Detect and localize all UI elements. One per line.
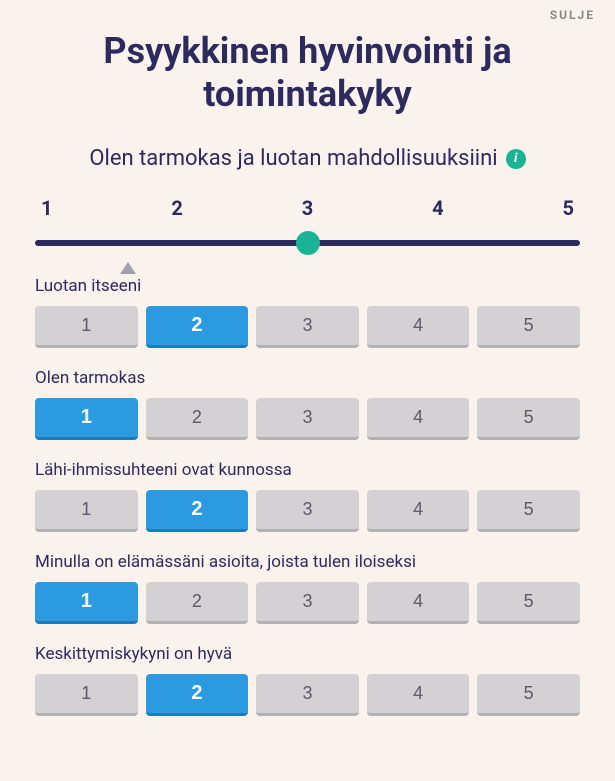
rating-button-2[interactable]: 2: [146, 398, 249, 440]
rating-button-2[interactable]: 2: [146, 306, 249, 348]
rating-button-5[interactable]: 5: [477, 306, 580, 348]
scale-label-2: 2: [171, 196, 182, 220]
rating-button-3[interactable]: 3: [256, 398, 359, 440]
rating-button-5[interactable]: 5: [477, 398, 580, 440]
rating-row: 12345: [35, 582, 580, 624]
scale-label-4: 4: [432, 196, 443, 220]
question-block: Olen tarmokas 12345: [35, 368, 580, 440]
scale-labels: 1 2 3 4 5: [35, 196, 580, 220]
question-label: Lähi-ihmissuhteeni ovat kunnossa: [35, 460, 580, 480]
subtitle-row: Olen tarmokas ja luotan mahdollisuuksiin…: [35, 146, 580, 171]
rating-button-5[interactable]: 5: [477, 674, 580, 716]
question-label: Minulla on elämässäni asioita, joista tu…: [35, 552, 580, 572]
rating-button-1[interactable]: 1: [35, 674, 138, 716]
rating-button-4[interactable]: 4: [367, 398, 470, 440]
questions-list: Luotan itseeni12345Olen tarmokas12345Läh…: [35, 276, 580, 716]
question-label: Keskittymiskykyni on hyvä: [35, 644, 580, 664]
question-block: Minulla on elämässäni asioita, joista tu…: [35, 552, 580, 624]
rating-button-2[interactable]: 2: [146, 582, 249, 624]
rating-row: 12345: [35, 490, 580, 532]
question-block: Luotan itseeni 12345: [35, 276, 580, 348]
rating-button-4[interactable]: 4: [367, 674, 470, 716]
info-icon[interactable]: i: [506, 149, 526, 169]
slider[interactable]: [35, 240, 580, 246]
subtitle-text: Olen tarmokas ja luotan mahdollisuuksiin…: [89, 146, 497, 171]
scale-label-5: 5: [563, 196, 574, 220]
rating-button-1[interactable]: 1: [35, 306, 138, 348]
question-label: Luotan itseeni: [35, 276, 580, 296]
rating-button-4[interactable]: 4: [367, 490, 470, 532]
rating-button-1[interactable]: 1: [35, 398, 138, 440]
rating-button-3[interactable]: 3: [256, 490, 359, 532]
scale-label-1: 1: [41, 196, 52, 220]
question-label: Olen tarmokas: [35, 368, 580, 388]
slider-thumb[interactable]: [296, 231, 320, 255]
rating-button-3[interactable]: 3: [256, 674, 359, 716]
rating-row: 12345: [35, 674, 580, 716]
rating-button-5[interactable]: 5: [477, 582, 580, 624]
rating-row: 12345: [35, 398, 580, 440]
rating-button-3[interactable]: 3: [256, 306, 359, 348]
main-container: Psyykkinen hyvinvointi ja toimintakyky O…: [0, 0, 615, 756]
slider-track: [35, 240, 580, 246]
rating-row: 12345: [35, 306, 580, 348]
question-block: Keskittymiskykyni on hyvä 12345: [35, 644, 580, 716]
scale-label-3: 3: [302, 196, 313, 220]
slider-marker-icon: [120, 262, 136, 274]
rating-button-5[interactable]: 5: [477, 490, 580, 532]
rating-button-3[interactable]: 3: [256, 582, 359, 624]
rating-button-1[interactable]: 1: [35, 490, 138, 532]
page-title: Psyykkinen hyvinvointi ja toimintakyky: [35, 30, 580, 116]
rating-button-4[interactable]: 4: [367, 306, 470, 348]
rating-button-4[interactable]: 4: [367, 582, 470, 624]
rating-button-1[interactable]: 1: [35, 582, 138, 624]
question-block: Lähi-ihmissuhteeni ovat kunnossa 12345: [35, 460, 580, 532]
rating-button-2[interactable]: 2: [146, 490, 249, 532]
close-button[interactable]: SULJE: [550, 8, 595, 22]
rating-button-2[interactable]: 2: [146, 674, 249, 716]
